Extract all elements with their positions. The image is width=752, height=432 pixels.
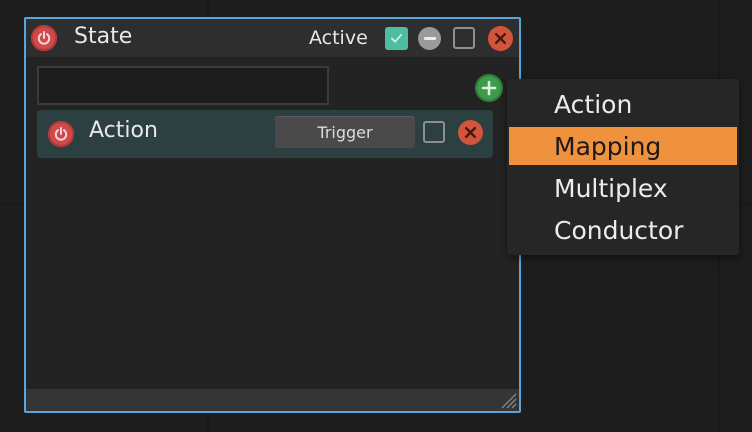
active-checkbox[interactable]	[385, 27, 408, 50]
check-icon	[391, 33, 402, 43]
action-power-button[interactable]	[48, 121, 74, 147]
action-close-button[interactable]	[458, 120, 483, 145]
action-title: Action	[89, 118, 158, 143]
menu-item-multiplex[interactable]: Multiplex	[509, 169, 737, 207]
add-menu: Action Mapping Multiplex Conductor	[507, 79, 739, 255]
add-button[interactable]	[475, 74, 503, 102]
resize-grip-icon[interactable]	[499, 391, 517, 409]
menu-item-conductor[interactable]: Conductor	[509, 211, 737, 249]
state-power-button[interactable]	[31, 25, 57, 51]
power-icon	[37, 31, 51, 45]
state-close-button[interactable]	[488, 26, 513, 51]
state-panel[interactable]: State Active Action Trigger	[24, 17, 521, 413]
close-icon	[494, 32, 507, 45]
minus-icon	[423, 37, 436, 40]
state-toggle-checkbox[interactable]	[453, 27, 475, 49]
search-input[interactable]	[37, 66, 329, 105]
collapse-button[interactable]	[418, 27, 441, 50]
action-toggle-checkbox[interactable]	[423, 121, 445, 143]
action-row[interactable]: Action Trigger	[37, 110, 493, 158]
trigger-button[interactable]: Trigger	[275, 116, 415, 148]
active-label: Active	[309, 27, 368, 49]
menu-item-mapping[interactable]: Mapping	[509, 127, 737, 165]
power-icon	[54, 127, 68, 141]
state-title: State	[74, 24, 133, 49]
close-icon	[464, 126, 477, 139]
menu-item-action[interactable]: Action	[509, 85, 737, 123]
state-footer	[26, 389, 519, 411]
state-header[interactable]: State Active	[26, 19, 519, 57]
plus-icon	[481, 80, 497, 96]
